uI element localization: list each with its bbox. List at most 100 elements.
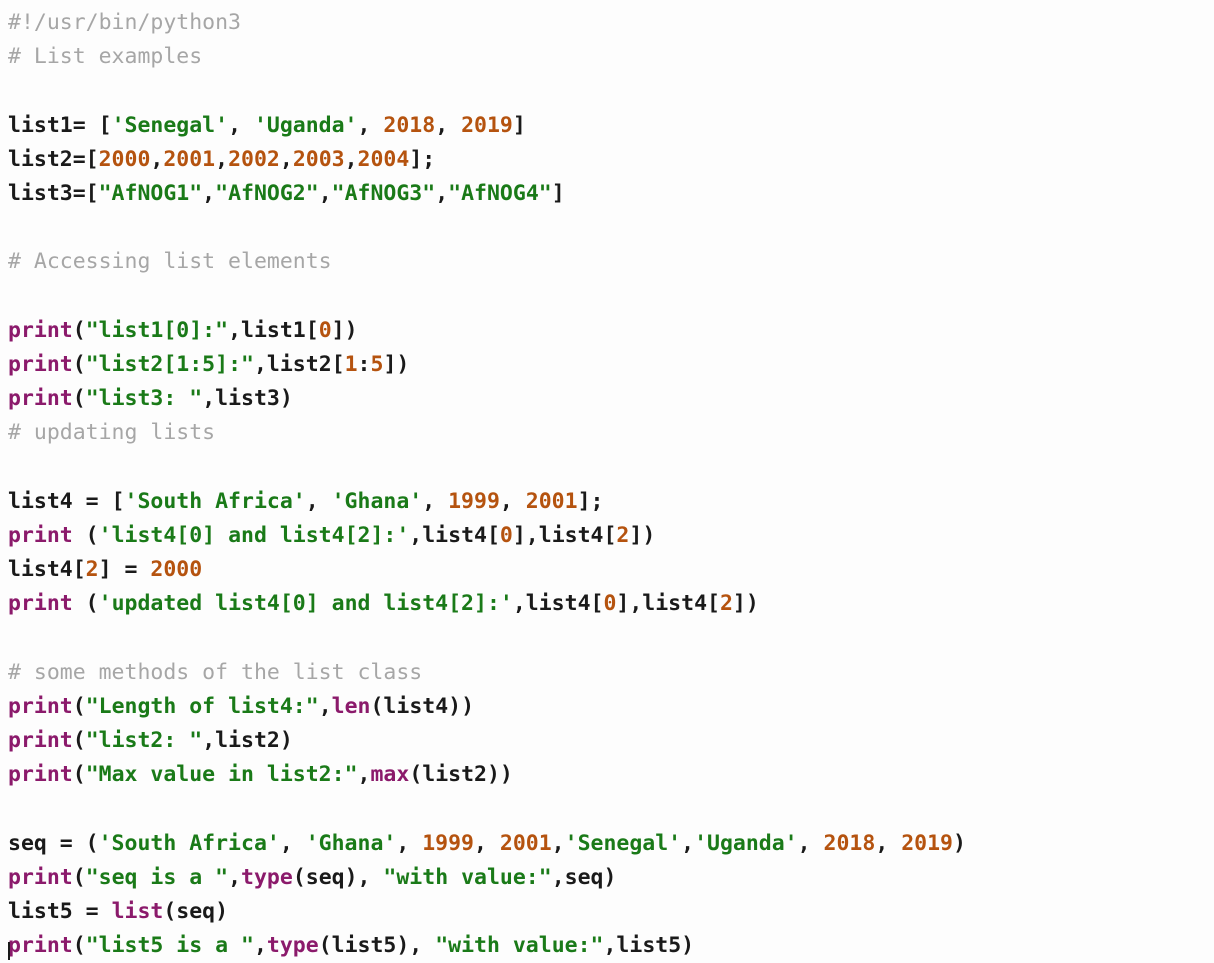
token-plain: ) [952,830,966,856]
code-line[interactable]: list5 = list(seq) [8,895,1214,929]
token-plain: , [499,488,526,514]
token-plain: , [422,488,449,514]
code-line[interactable]: print("Length of list4:",len(list4)) [8,690,1214,724]
token-plain: (list2)) [409,762,513,788]
token-plain: ]; [577,488,604,514]
token-plain: , [474,830,500,856]
token-string: "seq is a " [85,864,229,890]
code-line[interactable]: list3=["AfNOG1","AfNOG2","AfNOG3","AfNOG… [8,177,1214,211]
token-plain: ]) [732,591,759,617]
code-line[interactable]: print("Max value in list2:",max(list2)) [8,758,1214,792]
token-number: 2 [719,591,733,617]
token-builtin: type [266,933,319,959]
token-plain: (list4)) [370,693,475,719]
token-string: 'South Africa' [98,830,280,856]
token-builtin: len [331,693,371,719]
code-line[interactable] [8,74,1214,108]
token-plain: , [318,180,332,206]
code-line[interactable]: list4[2] = 2000 [8,553,1214,587]
code-line[interactable]: print ('updated list4[0] and list4[2]:',… [8,587,1214,621]
code-line[interactable]: print ('list4[0] and list4[2]:',list4[0]… [8,519,1214,553]
token-plain: , [344,146,358,172]
token-number: 2003 [292,146,345,172]
code-line[interactable] [8,280,1214,314]
token-plain: , [150,146,164,172]
token-string: 'list4[0] and list4[2]:' [98,522,410,548]
code-line[interactable]: # some methods of the list class [8,656,1214,690]
token-plain: list2=[ [8,146,99,172]
token-string: "AfNOG2" [215,180,319,206]
token-number: 1999 [422,830,474,856]
token-plain: ,list5) [603,933,695,959]
token-plain: , [228,112,254,138]
token-plain: , [215,146,229,172]
token-comment: # List examples [8,44,203,70]
token-plain: ( [72,317,86,343]
token-number: 0 [499,522,513,548]
code-line[interactable] [8,792,1214,826]
token-string: "list5 is a " [85,933,254,959]
token-builtin: print [8,522,73,548]
token-plain: ( [72,762,86,788]
token-number: 2001 [163,146,216,172]
token-plain: ( [72,693,86,719]
token-string: "list3: " [85,386,203,412]
token-string: 'Uganda' [253,112,358,138]
token-plain: ],list4[ [512,522,617,548]
token-builtin: print [8,693,73,719]
code-line[interactable]: print("list2[1:5]:",list2[1:5]) [8,348,1214,382]
token-plain: ,seq) [551,864,617,890]
code-line[interactable]: print("list1[0]:",list1[0]) [8,314,1214,348]
code-line[interactable]: print("seq is a ",type(seq), "with value… [8,861,1214,895]
code-line[interactable]: list1= ['Senegal', 'Uganda', 2018, 2019] [8,109,1214,143]
token-plain: ],list4[ [616,591,720,617]
token-string: "AfNOG4" [448,180,552,206]
token-plain: ,list2[ [253,351,345,377]
token-number: 2000 [98,146,151,172]
token-plain: ]) [331,317,358,343]
code-line[interactable]: # Accessing list elements [8,245,1214,279]
code-line[interactable]: # List examples [8,40,1214,74]
code-line[interactable]: #!/usr/bin/python3 [8,6,1214,40]
code-line[interactable]: print("list5 is a ",type(list5), "with v… [8,929,1214,963]
token-builtin: print [8,727,73,753]
token-string: "Max value in list2:" [85,762,358,788]
code-editor[interactable]: #!/usr/bin/python3 # List examples list1=… [0,0,1214,960]
token-builtin: print [8,864,73,890]
code-line[interactable]: seq = ('South Africa', 'Ghana', 1999, 20… [8,827,1214,861]
code-line[interactable]: # updating lists [8,416,1214,450]
code-line[interactable] [8,621,1214,655]
token-plain: ( [72,591,99,617]
token-number: 0 [318,317,332,343]
token-number: 2019 [461,112,513,138]
token-plain: seq = ( [8,830,99,856]
token-string: 'Senegal' [564,830,682,856]
token-plain: , [396,830,423,856]
token-plain: , [357,112,384,138]
token-number: 2 [616,522,630,548]
token-builtin: print [8,351,73,377]
text-caret [8,942,10,960]
token-string: "AfNOG1" [98,180,203,206]
token-number: 2019 [901,830,953,856]
token-plain: ]) [383,351,410,377]
code-line[interactable] [8,211,1214,245]
token-string: "list1[0]:" [85,317,229,343]
token-number: 1999 [448,488,500,514]
token-plain: ]) [629,522,656,548]
token-string: "AfNOG3" [331,180,436,206]
code-line[interactable] [8,450,1214,484]
code-line[interactable]: list4 = ['South Africa', 'Ghana', 1999, … [8,485,1214,519]
token-plain: ] [551,180,565,206]
token-number: 2018 [383,112,436,138]
code-line[interactable]: list2=[2000,2001,2002,2003,2004]; [8,143,1214,177]
token-plain: list4[ [8,557,86,582]
code-line[interactable]: print("list3: ",list3) [8,382,1214,416]
token-plain: ( [72,386,86,412]
code-content[interactable]: #!/usr/bin/python3 # List examples list1=… [8,6,1214,960]
token-number: 2002 [228,146,280,172]
token-plain: , [228,864,242,890]
token-plain: ,list3) [202,386,293,412]
token-plain: ,list2) [202,727,293,753]
code-line[interactable]: print("list2: ",list2) [8,724,1214,758]
